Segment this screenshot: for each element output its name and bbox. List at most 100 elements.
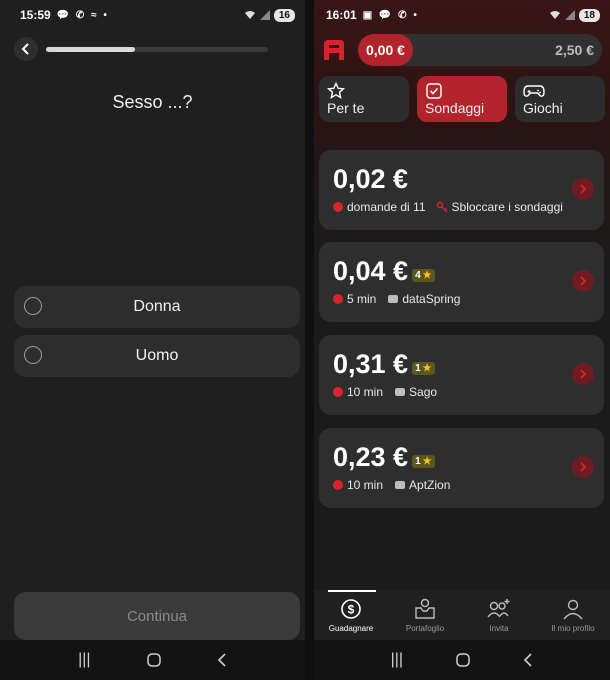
system-icons: 16 <box>244 8 295 22</box>
survey-card[interactable]: 0,23 €1 ★ 10 min AptZion <box>319 428 604 508</box>
status-time: 15:59 <box>20 8 51 22</box>
key-icon <box>436 201 448 213</box>
rating-badge: 1 ★ <box>412 455 435 468</box>
chevron-right-icon[interactable] <box>572 456 594 478</box>
battery-icon: 18 <box>578 8 600 22</box>
system-nav-bar: ||| <box>0 640 305 680</box>
dollar-coin-icon: $ <box>341 599 361 619</box>
option-donna[interactable]: Donna <box>14 286 300 328</box>
surveys-home-screen: 16:01 ▣ 💬 ✆ • 18 0,00 € 2,50 € Per te So… <box>314 0 610 680</box>
system-nav-bar: ||| <box>314 640 610 680</box>
star-filled-icon: ★ <box>422 270 432 281</box>
back-button[interactable] <box>14 37 38 61</box>
notification-icons: 💬 ✆ ≈ • <box>56 9 109 21</box>
recents-icon[interactable]: ||| <box>78 651 90 669</box>
radio-circle[interactable] <box>24 297 42 315</box>
active-tab-indicator <box>328 590 376 592</box>
chevron-left-icon <box>21 43 29 55</box>
survey-provider: dataSpring <box>402 292 461 306</box>
survey-question-screen: 15:59 💬 ✆ ≈ • 16 Sesso ...? Donna Uomo C… <box>0 0 305 680</box>
svg-text:$: $ <box>348 603 355 617</box>
tab-label: Giochi <box>523 100 563 116</box>
nav-guadagnare[interactable]: $ Guadagnare <box>314 590 388 640</box>
radio-circle[interactable] <box>24 346 42 364</box>
question-title: Sesso ...? <box>112 92 193 112</box>
nav-invita[interactable]: Invita <box>462 590 536 640</box>
balance-bar[interactable]: 0,00 € 2,50 € <box>358 34 602 66</box>
check-icon <box>333 202 343 212</box>
battery-icon: 16 <box>273 8 295 22</box>
divider <box>305 0 314 680</box>
wifi-icon <box>244 11 255 19</box>
invite-users-icon <box>487 599 510 618</box>
tab-sondaggi[interactable]: Sondaggi <box>417 76 507 122</box>
survey-amount: 0,02 € <box>333 164 409 194</box>
progress-bar <box>46 47 268 52</box>
wallet-icon <box>415 598 435 619</box>
star-icon <box>327 82 345 99</box>
balance-secondary: 2,50 € <box>555 42 594 58</box>
nav-label: Invita <box>489 624 509 633</box>
progress-fill <box>46 47 135 52</box>
star-filled-icon: ★ <box>422 456 432 467</box>
chevron-right-icon[interactable] <box>572 270 594 292</box>
tab-giochi[interactable]: Giochi <box>515 76 605 122</box>
clock-icon <box>333 480 343 490</box>
option-uomo[interactable]: Uomo <box>14 335 300 377</box>
system-icons: 18 <box>549 8 600 22</box>
survey-questions: domande di 11 <box>347 200 426 214</box>
rating-badge: 4 ★ <box>412 269 435 282</box>
nav-portafoglio[interactable]: Portafoglio <box>388 590 462 640</box>
nav-profilo[interactable]: Il mio profilo <box>536 590 610 640</box>
nav-label: Il mio profilo <box>551 624 595 633</box>
survey-meta: 5 min dataSpring <box>333 292 460 306</box>
balance-main: 0,00 € <box>358 34 413 66</box>
amount-value: 0,31 € <box>333 349 409 379</box>
survey-meta: 10 min Sago <box>333 385 437 399</box>
survey-provider: Sago <box>409 385 438 399</box>
rating-value: 4 <box>415 270 421 281</box>
rating-value: 1 <box>415 456 421 467</box>
home-icon[interactable] <box>146 653 161 667</box>
clock-icon <box>333 294 343 304</box>
nav-label: Portafoglio <box>405 624 445 633</box>
notification-icons: ▣ 💬 ✆ • <box>362 9 419 21</box>
unlock-surveys-label: Sbloccare i sondaggi <box>451 200 563 214</box>
amount-value: 0,23 € <box>333 442 409 472</box>
survey-duration: 5 min <box>347 292 377 306</box>
home-icon[interactable] <box>456 653 470 667</box>
option-label: Uomo <box>135 347 179 364</box>
tab-per-te[interactable]: Per te <box>319 76 409 122</box>
status-bar: 15:59 💬 ✆ ≈ • 16 <box>0 6 305 24</box>
chevron-right-icon[interactable] <box>572 363 594 385</box>
star-filled-icon: ★ <box>422 363 432 374</box>
rating-badge: 1 ★ <box>412 362 435 375</box>
gamepad-icon <box>523 85 545 97</box>
survey-meta: 10 min AptZion <box>333 478 450 492</box>
signal-icon <box>564 10 575 20</box>
survey-amount: 0,04 €4 ★ <box>333 256 435 287</box>
tab-label: Per te <box>327 100 365 116</box>
briefcase-icon <box>395 388 406 396</box>
checkbox-icon <box>426 83 442 99</box>
back-nav-icon[interactable] <box>217 653 227 667</box>
continue-button[interactable]: Continua <box>14 592 300 640</box>
briefcase-icon <box>395 481 406 489</box>
back-nav-icon[interactable] <box>523 653 533 667</box>
bottom-navigation: $ Guadagnare Portafoglio Invita Il mio p… <box>314 590 610 640</box>
app-logo-icon <box>324 40 344 60</box>
survey-meta: domande di 11 Sbloccare i sondaggi <box>333 200 563 214</box>
survey-card[interactable]: 0,31 €1 ★ 10 min Sago <box>319 335 604 415</box>
survey-card[interactable]: 0,04 €4 ★ 5 min dataSpring <box>319 242 604 322</box>
rating-value: 1 <box>415 363 421 374</box>
survey-card[interactable]: 0,02 € domande di 11 Sbloccare i sondagg… <box>319 150 604 230</box>
option-label: Donna <box>133 298 181 315</box>
survey-duration: 10 min <box>347 478 384 492</box>
survey-amount: 0,23 €1 ★ <box>333 442 435 473</box>
user-icon <box>563 599 583 620</box>
status-time: 16:01 <box>326 8 357 22</box>
chevron-right-icon[interactable] <box>572 178 594 200</box>
status-bar: 16:01 ▣ 💬 ✆ • 18 <box>314 6 610 24</box>
recents-icon[interactable]: ||| <box>391 651 403 669</box>
briefcase-icon <box>388 295 399 303</box>
